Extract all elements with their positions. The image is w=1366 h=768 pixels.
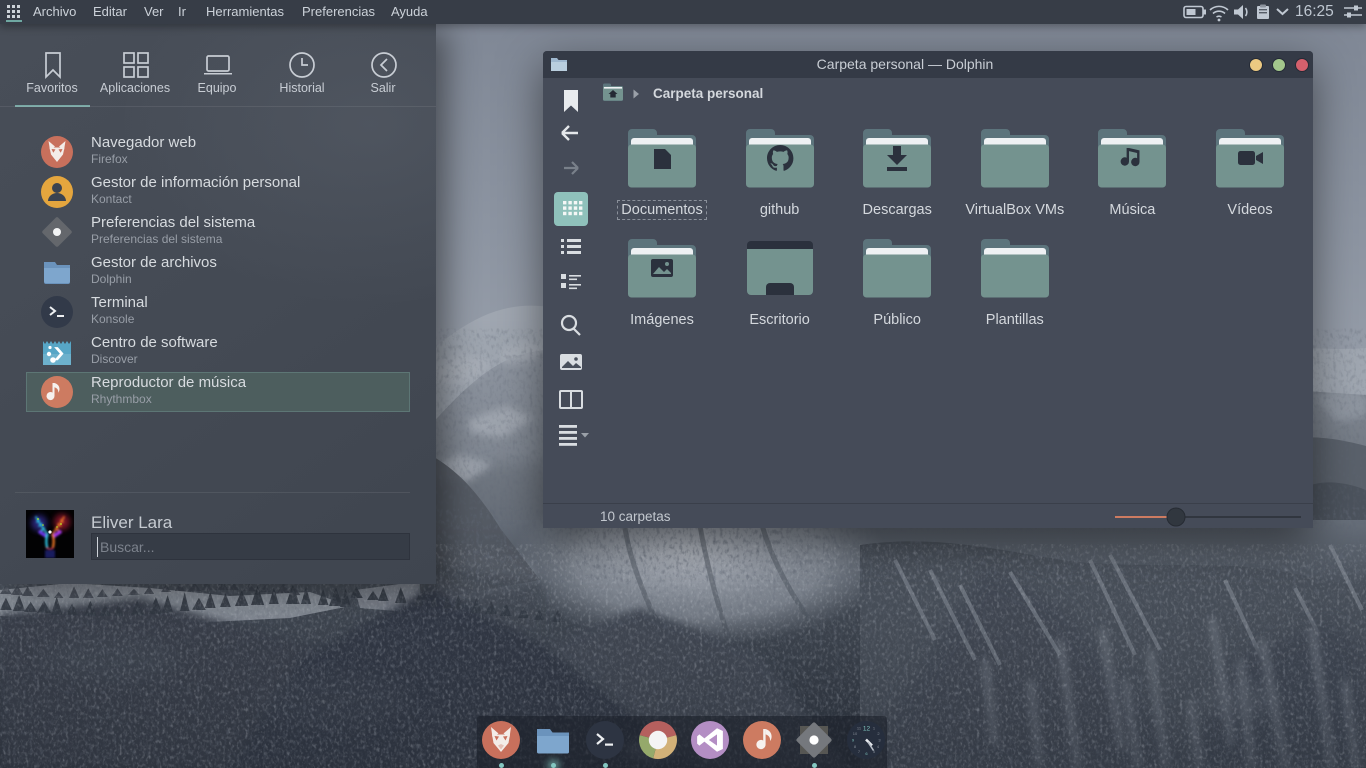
- svg-text:12: 12: [863, 726, 871, 733]
- svg-text:10: 10: [853, 731, 858, 736]
